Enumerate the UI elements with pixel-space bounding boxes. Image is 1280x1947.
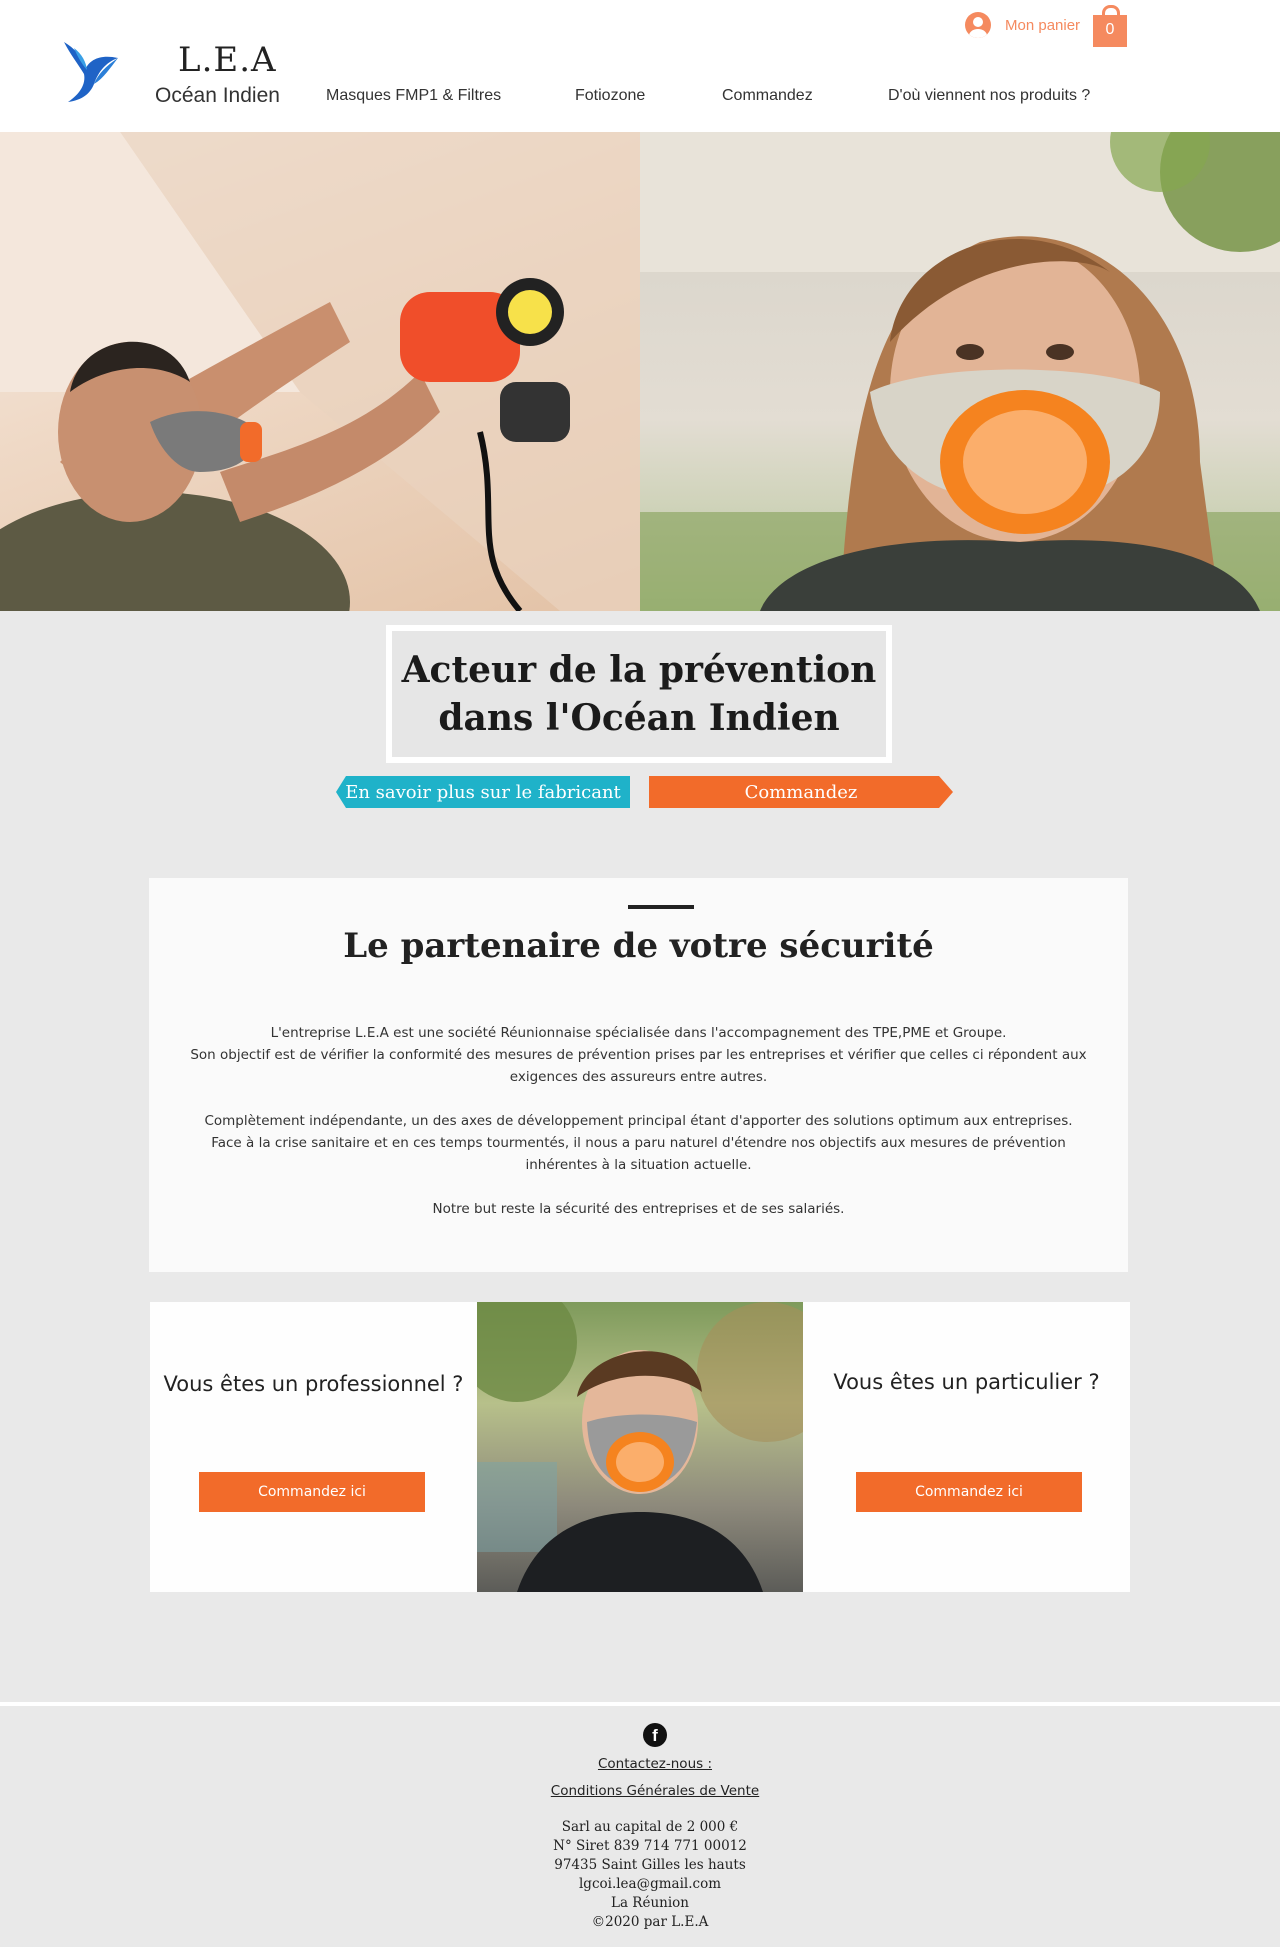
site-footer: f Contactez-nous : Conditions Générales … [0,1702,1280,1947]
woman-mask-illustration [640,132,1280,611]
headline-panel: Acteur de la prévention dans l'Océan Ind… [386,625,892,763]
page-headline: Acteur de la prévention dans l'Océan Ind… [399,646,879,742]
nav-item-commandez[interactable]: Commandez [722,87,813,105]
user-avatar-icon [965,12,991,38]
footer-email[interactable]: lgcoi.lea@gmail.com [0,1875,1280,1894]
brand-subtitle[interactable]: Océan Indien [155,84,280,108]
nav-item-masques[interactable]: Masques FMP1 & Filtres [326,87,501,105]
partner-paragraph-2: Complètement indépendante, un des axes d… [189,1110,1088,1176]
man-mask-photo [477,1302,803,1592]
brand-title[interactable]: L.E.A [178,40,277,80]
hero-photo-woman-mask [640,132,1280,611]
footer-address: 97435 Saint Gilles les hauts [554,1857,746,1873]
man-mask-illustration [477,1302,803,1592]
partner-text-line: Son objectif est de vérifier la conformi… [190,1047,1087,1063]
partner-text-line: L'entreprise L.E.A est une société Réuni… [270,1025,1007,1041]
partner-title: Le partenaire de votre sécurité [343,926,934,966]
partner-paragraph-3: Notre but reste la sécurité des entrepri… [189,1198,1088,1220]
professional-order-button[interactable]: Commandez ici [199,1472,425,1512]
contact-link[interactable]: Contactez-nous : [0,1756,1280,1772]
login-label: Mon panier [1005,16,1081,34]
partner-text-line: Notre but reste la sécurité des entrepri… [432,1201,845,1217]
partner-paragraph-1: L'entreprise L.E.A est une société Réuni… [189,1022,1088,1088]
fabricant-info-button[interactable]: En savoir plus sur le fabricant [336,776,630,808]
cart-button[interactable]: 0 [1093,5,1127,47]
individual-panel: Vous êtes un particulier ? Commandez ici [803,1302,1130,1592]
bird-logo-icon[interactable] [60,38,122,104]
footer-copyright: ©2020 par L.E.A [591,1914,709,1930]
hero-photo-worker-sanding [0,132,640,611]
partner-text-line: Face à la crise sanitaire et en ces temp… [211,1135,1066,1151]
cart-count: 0 [1105,21,1115,38]
professional-panel: Vous êtes un professionnel ? Commandez i… [150,1302,477,1592]
cgv-link[interactable]: Conditions Générales de Vente [0,1783,1280,1799]
professional-question: Vous êtes un professionnel ? [163,1372,464,1396]
hero-banner [0,132,1280,611]
nav-item-origine-produits[interactable]: D'où viennent nos produits ? [888,87,1090,105]
login-button[interactable]: Mon panier [965,12,1080,38]
individual-question: Vous êtes un particulier ? [833,1370,1100,1394]
facebook-icon[interactable]: f [643,1723,667,1747]
title-divider [628,905,694,909]
partner-text-line: inhérentes à la situation actuelle. [525,1157,752,1173]
partner-text-line: exigences des assureurs entre autres. [509,1069,768,1085]
headline-line-2: dans l'Océan Indien [438,697,840,739]
order-button[interactable]: Commandez [649,776,953,808]
partner-text-line: Complètement indépendante, un des axes d… [204,1113,1073,1129]
nav-item-fotiozone[interactable]: Fotiozone [575,87,645,105]
worker-sanding-illustration [0,132,640,611]
partner-section: Le partenaire de votre sécurité L'entrep… [149,878,1128,1272]
footer-siret: N° Siret 839 714 771 00012 [553,1838,747,1854]
footer-capital: Sarl au capital de 2 000 € [561,1819,739,1835]
footer-region: La Réunion [611,1895,689,1911]
site-header: L.E.A Océan Indien Masques FMP1 & Filtre… [0,0,1280,132]
individual-order-button[interactable]: Commandez ici [856,1472,1082,1512]
headline-line-1: Acteur de la prévention [401,649,877,691]
